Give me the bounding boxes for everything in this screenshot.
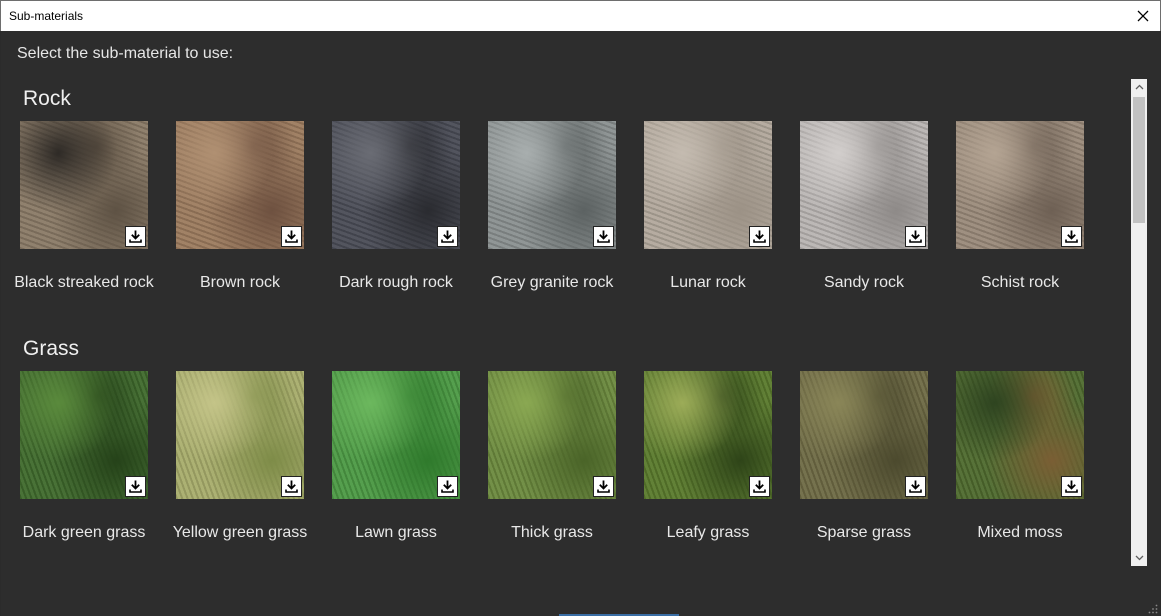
download-icon (753, 480, 766, 493)
download-button[interactable] (593, 476, 614, 497)
download-icon (909, 480, 922, 493)
material-tile[interactable]: Dark green grass (1, 371, 157, 561)
vertical-scrollbar[interactable] (1131, 79, 1147, 566)
download-button[interactable] (125, 476, 146, 497)
material-label: Thick grass (511, 524, 593, 541)
material-label: Grey granite rock (490, 274, 614, 291)
material-label: Yellow green grass (172, 524, 308, 541)
chevron-up-icon (1135, 84, 1143, 90)
scroll-thumb[interactable] (1133, 97, 1145, 223)
window-title: Sub-materials (9, 9, 84, 23)
title-bar: Sub-materials (0, 0, 1161, 31)
close-button[interactable] (1126, 1, 1160, 31)
texture-thick-grass-thumbnail[interactable] (488, 371, 616, 499)
download-button[interactable] (437, 476, 458, 497)
material-tile[interactable]: Dark rough rock (313, 121, 469, 311)
material-tile[interactable]: Thick grass (469, 371, 625, 561)
texture-grey-granite-rock-thumbnail[interactable] (488, 121, 616, 249)
download-icon (597, 230, 610, 243)
material-tile[interactable]: Black streaked rock (1, 121, 157, 311)
material-tile[interactable]: Grey granite rock (469, 121, 625, 311)
download-button[interactable] (749, 226, 770, 247)
texture-yellow-green-grass-thumbnail[interactable] (176, 371, 304, 499)
texture-sandy-rock-thumbnail[interactable] (800, 121, 928, 249)
material-label: Lawn grass (355, 524, 437, 541)
download-button[interactable] (905, 226, 926, 247)
download-icon (441, 480, 454, 493)
material-label: Dark rough rock (339, 274, 453, 291)
download-icon (129, 480, 142, 493)
material-tile[interactable]: Yellow green grass (157, 371, 313, 561)
scroll-up-arrow[interactable] (1131, 79, 1147, 95)
scroll-down-arrow[interactable] (1131, 550, 1147, 566)
material-label: Sandy rock (823, 274, 905, 291)
material-label: Sparse grass (816, 524, 912, 541)
texture-mixed-moss-thumbnail[interactable] (956, 371, 1084, 499)
download-icon (909, 230, 922, 243)
material-tile[interactable]: Sparse grass (781, 371, 937, 561)
download-button[interactable] (125, 226, 146, 247)
texture-sparse-grass-thumbnail[interactable] (800, 371, 928, 499)
texture-schist-rock-thumbnail[interactable] (956, 121, 1084, 249)
download-icon (1065, 230, 1078, 243)
close-icon (1137, 10, 1149, 22)
download-button[interactable] (749, 476, 770, 497)
material-tile[interactable]: Lunar rock (625, 121, 781, 311)
material-label: Dark green grass (22, 524, 146, 541)
material-list[interactable]: Rock Black streaked rock Brown rock Dark r… (1, 79, 1131, 616)
texture-lawn-grass-thumbnail[interactable] (332, 371, 460, 499)
chevron-down-icon (1135, 555, 1143, 561)
download-icon (441, 230, 454, 243)
material-label: Mixed moss (977, 524, 1063, 541)
download-icon (597, 480, 610, 493)
download-icon (285, 480, 298, 493)
download-icon (285, 230, 298, 243)
material-label: Leafy grass (666, 524, 750, 541)
texture-dark-green-grass-thumbnail[interactable] (20, 371, 148, 499)
download-icon (129, 230, 142, 243)
section-title-rock: Rock (23, 87, 71, 110)
material-label: Black streaked rock (14, 274, 154, 291)
material-label: Schist rock (980, 274, 1060, 291)
section-title-grass: Grass (23, 337, 80, 360)
download-button[interactable] (437, 226, 458, 247)
download-icon (753, 230, 766, 243)
material-tile[interactable]: Brown rock (157, 121, 313, 311)
texture-brown-rock-thumbnail[interactable] (176, 121, 304, 249)
material-tile[interactable]: Leafy grass (625, 371, 781, 561)
texture-black-streaked-rock-thumbnail[interactable] (20, 121, 148, 249)
material-label: Brown rock (199, 274, 281, 291)
download-button[interactable] (281, 226, 302, 247)
texture-dark-rough-rock-thumbnail[interactable] (332, 121, 460, 249)
texture-leafy-grass-thumbnail[interactable] (644, 371, 772, 499)
dialog-body: Select the sub-material to use: Rock Bla… (1, 31, 1160, 616)
resize-grip-icon[interactable] (1148, 604, 1158, 614)
prompt-text: Select the sub-material to use: (17, 45, 234, 62)
download-button[interactable] (593, 226, 614, 247)
download-button[interactable] (281, 476, 302, 497)
texture-lunar-rock-thumbnail[interactable] (644, 121, 772, 249)
download-button[interactable] (1061, 476, 1082, 497)
material-tile[interactable]: Lawn grass (313, 371, 469, 561)
download-button[interactable] (1061, 226, 1082, 247)
material-tile[interactable]: Schist rock (937, 121, 1093, 311)
material-label: Lunar rock (670, 274, 746, 291)
material-tile[interactable]: Sandy rock (781, 121, 937, 311)
download-button[interactable] (905, 476, 926, 497)
download-icon (1065, 480, 1078, 493)
material-tile[interactable]: Mixed moss (937, 371, 1093, 561)
